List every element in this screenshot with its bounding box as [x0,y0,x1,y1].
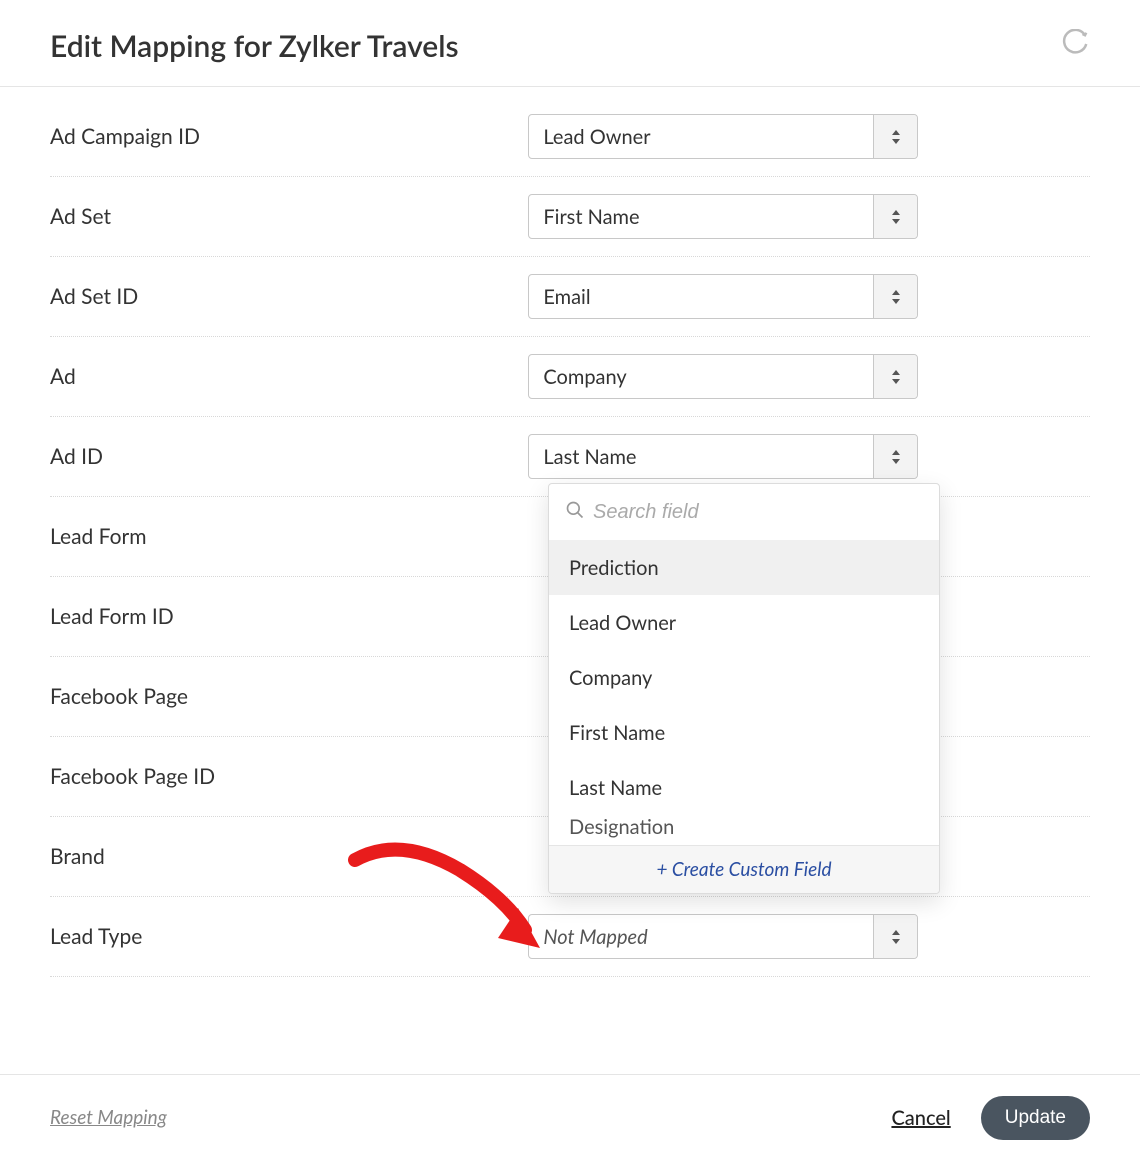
dropdown-option[interactable]: Designation [549,815,939,845]
chevron-updown-icon [873,355,917,398]
field-label: Ad ID [50,444,528,469]
mapping-select[interactable]: First Name [528,194,918,239]
mapping-row: Ad Set First Name [50,177,1090,257]
dropdown-option[interactable]: Prediction [549,540,939,595]
dropdown-option[interactable]: Company [549,650,939,705]
update-button[interactable]: Update [981,1096,1090,1140]
create-custom-field-link[interactable]: + Create Custom Field [549,845,939,893]
chevron-updown-icon [873,195,917,238]
field-label: Brand [50,844,528,869]
field-label: Ad [50,364,528,389]
select-value: First Name [529,205,873,229]
dropdown-list: Prediction Lead Owner Company First Name… [549,540,939,845]
field-label: Lead Form ID [50,604,528,629]
chevron-updown-icon [873,275,917,318]
mapping-row: Ad Set ID Email [50,257,1090,337]
search-input[interactable] [593,501,923,524]
select-value: Last Name [529,445,873,469]
field-label: Lead Type [50,924,528,949]
chevron-updown-icon [873,915,917,958]
mapping-row: Ad Campaign ID Lead Owner [50,97,1090,177]
field-label: Facebook Page ID [50,764,528,789]
dropdown-option[interactable]: Last Name [549,760,939,815]
select-value: Email [529,285,873,309]
select-value: Lead Owner [529,125,873,149]
field-label: Ad Set [50,204,528,229]
dropdown-search-row [549,484,939,540]
page-title: Edit Mapping for Zylker Travels [50,28,459,64]
dialog-header: Edit Mapping for Zylker Travels [0,0,1140,87]
chevron-updown-icon [873,115,917,158]
mapping-select[interactable]: Not Mapped [528,914,918,959]
reset-mapping-link[interactable]: Reset Mapping [50,1106,167,1129]
mapping-row: Ad Company [50,337,1090,417]
dialog-footer: Reset Mapping Cancel Update [0,1074,1140,1160]
mapping-select[interactable]: Last Name [528,434,918,479]
field-label: Ad Campaign ID [50,124,528,149]
refresh-icon[interactable] [1060,29,1090,63]
mapping-select[interactable]: Lead Owner [528,114,918,159]
select-value: Not Mapped [529,925,873,949]
chevron-updown-icon [873,435,917,478]
dropdown-option[interactable]: First Name [549,705,939,760]
search-icon [565,500,585,524]
field-label: Ad Set ID [50,284,528,309]
mapping-row: Lead Type Not Mapped [50,897,1090,977]
mapping-select[interactable]: Company [528,354,918,399]
cancel-button[interactable]: Cancel [891,1106,950,1130]
field-label: Lead Form [50,524,528,549]
field-dropdown: Prediction Lead Owner Company First Name… [548,483,940,894]
dropdown-option[interactable]: Lead Owner [549,595,939,650]
mapping-select[interactable]: Email [528,274,918,319]
field-label: Facebook Page [50,684,528,709]
select-value: Company [529,365,873,389]
